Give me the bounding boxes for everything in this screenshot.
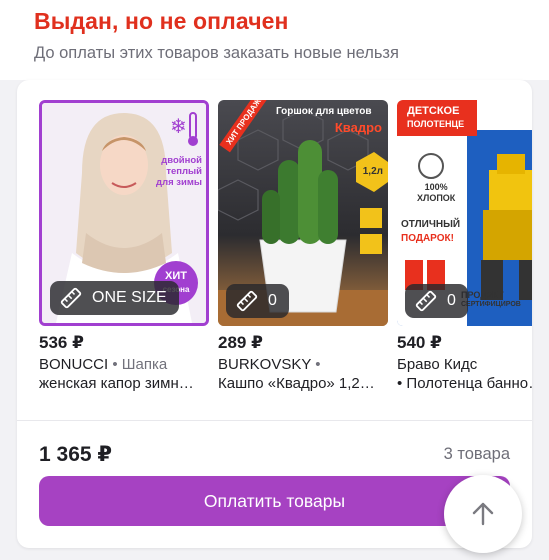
product-2-art-caption: Горшок для цветов [276, 106, 372, 117]
pay-button[interactable]: Оплатить товары [39, 476, 510, 526]
product-desc-2: Кашпо «Квадро» 1,2… [218, 375, 375, 392]
item-count: 3 товара [443, 445, 510, 463]
arrow-up-icon [472, 502, 494, 526]
product-image-2[interactable]: Горшок для цветов Квадро 1,2л ХИТ ПРОДАЖ… [218, 100, 388, 326]
product-2-art-title: Квадро [334, 120, 382, 135]
order-total: 1 365 ₽ [39, 443, 112, 466]
scroll-to-top-button[interactable] [444, 475, 522, 553]
ruler-icon [60, 287, 82, 309]
size-label-2: 0 [268, 292, 277, 309]
size-label-3: 0 [447, 292, 456, 309]
product-price-2: 289 ₽ [218, 333, 263, 352]
product-card-2[interactable]: Горшок для цветов Квадро 1,2л ХИТ ПРОДАЖ… [218, 100, 388, 393]
product-price-1: 536 ₽ [39, 333, 84, 352]
product-title-line-1: BONUCCI • Шапка [39, 356, 168, 373]
size-badge-3: 0 [405, 284, 468, 318]
product-image-3[interactable]: ДЕТСКОЕ ПОЛОТЕНЦЕ 100% ХЛОПОК ОТЛИЧНЫЙ П… [397, 100, 532, 326]
product-image-1[interactable]: ❄ двойной теплый для зимы ХИТ сезона [39, 100, 209, 326]
svg-text:❄: ❄ [170, 114, 187, 138]
ruler-icon [415, 290, 437, 312]
product-brand-2: BURKOVSKY [218, 356, 312, 373]
size-badge-2: 0 [226, 284, 289, 318]
size-badge-1: ONE SIZE [50, 281, 179, 315]
product-desc-3: • Полотенца банно… [397, 375, 532, 392]
product-title-line-2: BURKOVSKY • [218, 356, 321, 373]
product-desc-1: женская капор зимн… [39, 375, 194, 392]
product-3-feature-cert: ПРОДУКТ СЕРТИФИЦИРОВ [461, 290, 521, 308]
product-3-feature-gift: ОТЛИЧНЫЙ ПОДАРОК! [401, 219, 461, 244]
product-3-feature-cotton: 100% ХЛОПОК [417, 182, 456, 203]
ruler-icon [236, 290, 258, 312]
status-subtitle: До оплаты этих товаров заказать новые не… [34, 44, 399, 62]
status-title: Выдан, но не оплачен [34, 8, 289, 34]
product-brand-3: Браво Кидс [397, 356, 478, 373]
order-card: ❄ двойной теплый для зимы ХИТ сезона [17, 80, 532, 548]
product-carousel[interactable]: ❄ двойной теплый для зимы ХИТ сезона [17, 80, 532, 420]
product-price-3: 540 ₽ [397, 333, 442, 352]
order-status-header: Выдан, но не оплачен До оплаты этих това… [0, 0, 549, 80]
product-card-1[interactable]: ❄ двойной теплый для зимы ХИТ сезона [39, 100, 209, 393]
product-2-art-size: 1,2л [362, 166, 383, 177]
product-card-3[interactable]: ДЕТСКОЕ ПОЛОТЕНЦЕ 100% ХЛОПОК ОТЛИЧНЫЙ П… [397, 100, 532, 393]
product-brand-1: BONUCCI [39, 356, 109, 373]
product-1-art-caption: двойной теплый для зимы [156, 155, 202, 188]
divider [17, 420, 532, 421]
product-3-art-title: ДЕТСКОЕ ПОЛОТЕНЦЕ [407, 105, 465, 129]
size-label-1: ONE SIZE [92, 289, 167, 306]
